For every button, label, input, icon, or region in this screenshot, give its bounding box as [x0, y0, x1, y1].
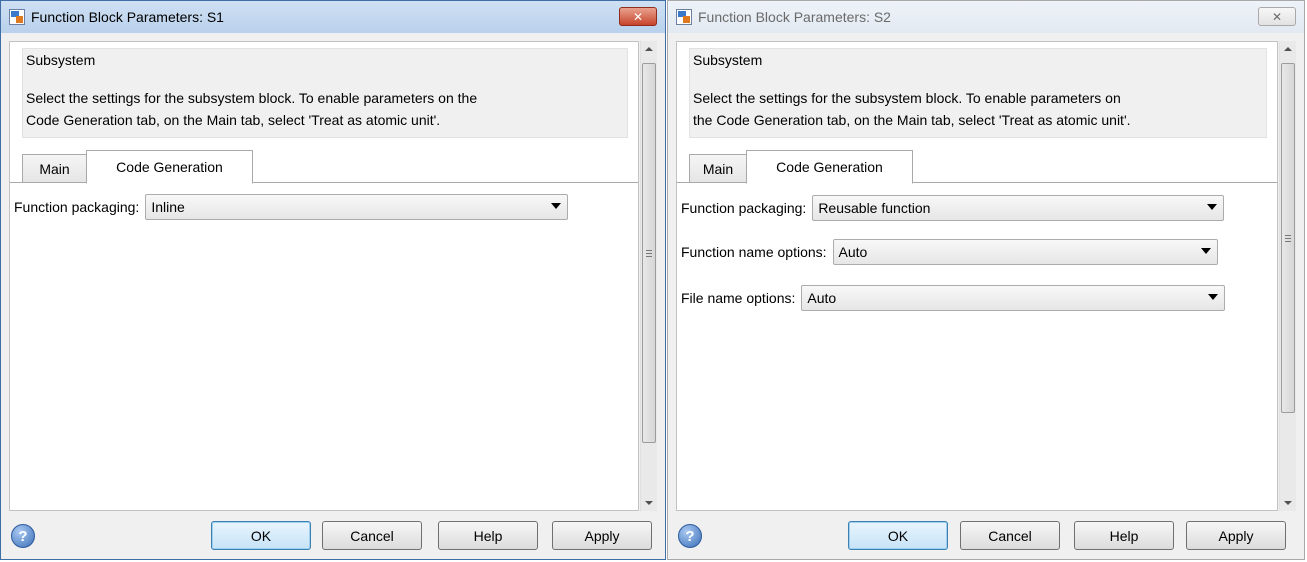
description-box: Subsystem Select the settings for the su… [22, 48, 628, 138]
grip-icon [1285, 235, 1291, 242]
cancel-button[interactable]: Cancel [322, 521, 422, 550]
window-title: Function Block Parameters: S1 [31, 9, 224, 25]
apply-button[interactable]: Apply [1186, 521, 1286, 550]
close-button[interactable]: ✕ [619, 7, 657, 26]
dialog-s2[interactable]: Function Block Parameters: S2 ✕ Subsyste… [667, 0, 1305, 560]
dialog-s1[interactable]: Function Block Parameters: S1 ✕ Subsyste… [0, 0, 666, 560]
function-packaging-dropdown[interactable]: Inline [145, 194, 569, 220]
file-name-options-row: File name options: Auto [681, 284, 1226, 312]
title-bar[interactable]: Function Block Parameters: S2 ✕ [668, 1, 1304, 33]
function-packaging-label: Function packaging: [14, 199, 140, 215]
function-packaging-dropdown[interactable]: Reusable function [812, 195, 1225, 221]
description-line: the Code Generation tab, on the Main tab… [693, 112, 1131, 128]
tab-main[interactable]: Main [22, 154, 87, 183]
description-line: Select the settings for the subsystem bl… [693, 90, 1121, 106]
window-title: Function Block Parameters: S2 [698, 9, 891, 25]
file-name-options-value: Auto [807, 290, 837, 306]
function-packaging-value: Reusable function [818, 200, 931, 216]
vertical-scrollbar[interactable] [1279, 41, 1296, 511]
button-bar: ? OK Cancel Help Apply [1, 513, 665, 559]
tab-strip: Main Code Generation [689, 150, 1277, 184]
scroll-up-arrow-icon[interactable] [1284, 47, 1292, 51]
parameters-panel: Subsystem Select the settings for the su… [676, 41, 1278, 511]
simulink-app-icon [9, 9, 25, 25]
file-name-options-dropdown[interactable]: Auto [801, 285, 1226, 311]
tab-strip: Main Code Generation [22, 150, 638, 184]
code-generation-pane: Function packaging: Inline [10, 182, 638, 510]
help-button[interactable]: Help [438, 521, 538, 550]
function-name-options-row: Function name options: Auto [681, 238, 1218, 266]
apply-button[interactable]: Apply [552, 521, 652, 550]
scroll-down-arrow-icon[interactable] [645, 501, 653, 505]
ok-button[interactable]: OK [848, 521, 948, 550]
chevron-down-icon [1207, 204, 1218, 210]
section-title: Subsystem [693, 52, 763, 68]
description-line: Code Generation tab, on the Main tab, se… [26, 112, 441, 128]
help-button[interactable]: Help [1074, 521, 1174, 550]
chevron-down-icon [1208, 294, 1219, 300]
description-text: Select the settings for the subsystem bl… [693, 87, 1262, 131]
code-generation-pane: Function packaging: Reusable function Fu… [677, 182, 1277, 510]
file-name-options-label: File name options: [681, 290, 796, 306]
description-line: Select the settings for the subsystem bl… [26, 90, 478, 106]
section-title: Subsystem [26, 52, 96, 68]
function-packaging-row: Function packaging: Reusable function [681, 194, 1225, 222]
function-name-options-label: Function name options: [681, 244, 827, 260]
function-name-options-value: Auto [838, 244, 868, 260]
ok-button[interactable]: OK [211, 521, 311, 550]
tab-code-generation[interactable]: Code Generation [746, 150, 913, 184]
title-bar[interactable]: Function Block Parameters: S1 ✕ [1, 1, 665, 33]
function-name-options-dropdown[interactable]: Auto [832, 239, 1218, 265]
help-icon[interactable]: ? [11, 524, 35, 548]
cancel-button[interactable]: Cancel [960, 521, 1060, 550]
chevron-down-icon [551, 203, 562, 209]
grip-icon [646, 250, 652, 257]
function-packaging-label: Function packaging: [681, 200, 807, 216]
scroll-thumb[interactable] [642, 63, 656, 443]
function-packaging-value: Inline [151, 199, 185, 215]
description-text: Select the settings for the subsystem bl… [26, 87, 623, 131]
scroll-thumb[interactable] [1281, 63, 1295, 413]
description-box: Subsystem Select the settings for the su… [689, 48, 1267, 138]
vertical-scrollbar[interactable] [640, 41, 657, 511]
scroll-down-arrow-icon[interactable] [1284, 501, 1292, 505]
tab-main[interactable]: Main [689, 154, 747, 183]
chevron-down-icon [1200, 248, 1211, 254]
tab-code-generation[interactable]: Code Generation [86, 150, 253, 184]
scroll-up-arrow-icon[interactable] [645, 47, 653, 51]
simulink-app-icon [676, 9, 692, 25]
help-icon[interactable]: ? [678, 524, 702, 548]
parameters-panel: Subsystem Select the settings for the su… [9, 41, 639, 511]
close-button[interactable]: ✕ [1258, 7, 1296, 26]
button-bar: ? OK Cancel Help Apply [668, 513, 1304, 559]
function-packaging-row: Function packaging: Inline [14, 193, 569, 221]
